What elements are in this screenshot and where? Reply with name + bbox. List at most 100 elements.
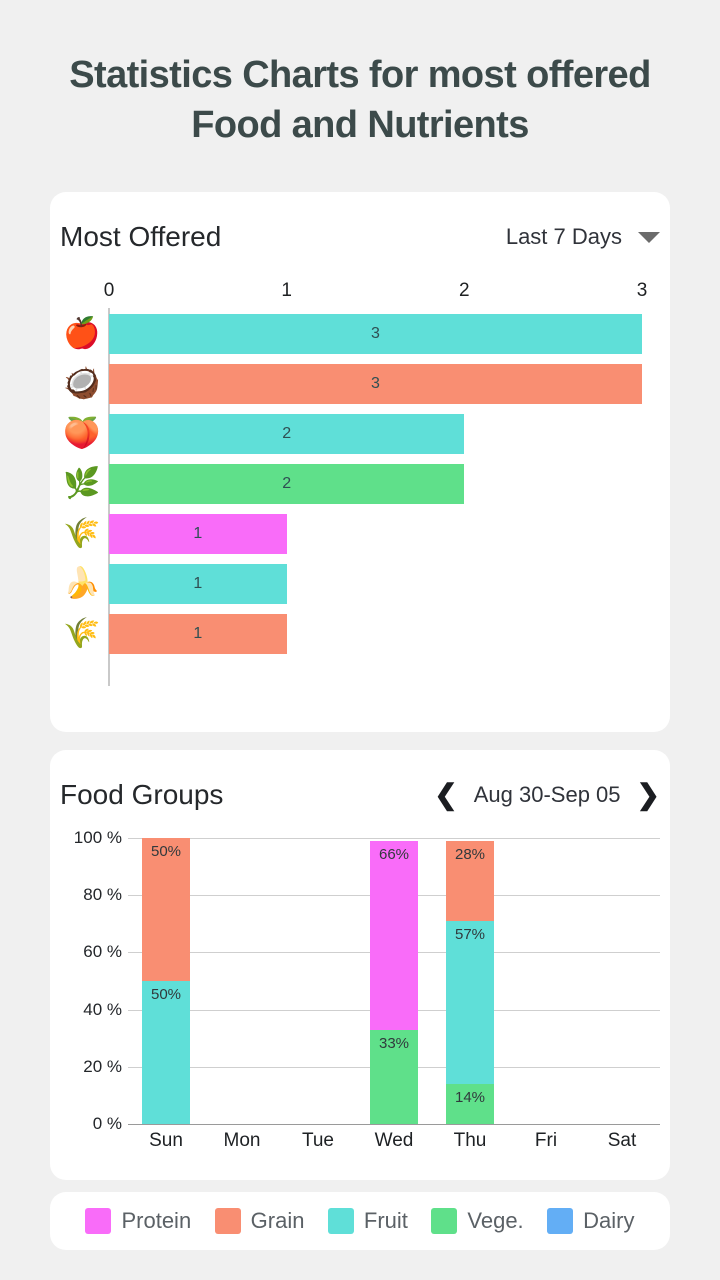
legend-label: Grain <box>250 1208 305 1233</box>
y-axis-tick-40: 40 % <box>83 999 122 1019</box>
week-selector: ❮ Aug 30-Sep 05 ❯ <box>434 781 660 809</box>
bar-value-label: 3 <box>371 375 380 392</box>
most-offered-title: Most Offered <box>60 221 222 252</box>
chart-legend: Protein Grain Fruit Vege. Dairy <box>50 1192 670 1250</box>
stack: 50% 50% <box>142 838 190 1124</box>
food-groups-card: Food Groups ❮ Aug 30-Sep 05 ❯ 0 % 20 % 40 … <box>50 750 670 1180</box>
segment-vege[interactable]: 33% <box>370 1029 418 1124</box>
page-title: Statistics Charts for most offered Food … <box>69 54 651 147</box>
y-axis-tick-labels: 0 % 20 % 40 % 60 % 80 % 100 % <box>50 828 122 1133</box>
segment-vege[interactable]: 14% <box>446 1083 494 1124</box>
legend-label: Vege. <box>467 1208 524 1233</box>
seaweed-icon: 🌾 <box>63 517 101 550</box>
most-offered-card: Most Offered Last 7 Days 0123 🍎 3 🥥 3 🍑 2 🌿 2 🌾 1… <box>50 192 670 732</box>
range-selector[interactable]: Last 7 Days <box>506 224 660 250</box>
bar-rows: 🍎 3 🥥 3 🍑 2 🌿 2 🌾 1 🍌 1 🌾 1 <box>50 314 670 664</box>
column-thu[interactable]: 14% 57% 28% <box>432 838 508 1124</box>
y-axis-tick-100: 100 % <box>73 828 122 847</box>
x-axis-tick-2: 2 <box>459 280 470 301</box>
column-sun[interactable]: 50% 50% <box>128 838 204 1124</box>
most-offered-bar-chart: 0123 🍎 3 🥥 3 🍑 2 🌿 2 🌾 1 🍌 1 🌾 1 <box>50 280 670 710</box>
segment-protein[interactable]: 66% <box>370 840 418 1030</box>
column-fri[interactable] <box>508 838 584 1124</box>
bar-row[interactable]: 🍌 1 <box>50 564 670 604</box>
green-onion-icon: 🌿 <box>63 467 101 500</box>
legend-swatch <box>547 1208 574 1234</box>
bar-green-onion[interactable]: 2 <box>109 464 465 504</box>
food-groups-stacked-chart: 0 % 20 % 40 % 60 % 80 % 100 % 50% 50% 33% 66% 14%… <box>50 828 670 1168</box>
bar-peach[interactable]: 2 <box>109 414 465 454</box>
legend-item-fruit[interactable]: Fruit <box>327 1208 408 1234</box>
segment-fruit[interactable]: 50% <box>142 981 190 1124</box>
legend-label: Protein <box>121 1208 192 1233</box>
legend-item-grain[interactable]: Grain <box>214 1208 305 1234</box>
legend-item-protein[interactable]: Protein <box>85 1208 191 1234</box>
food-groups-header: Food Groups ❮ Aug 30-Sep 05 ❯ <box>50 750 670 840</box>
bar-wheat[interactable]: 1 <box>109 614 287 654</box>
legend-swatch <box>85 1208 112 1234</box>
bar-apple[interactable]: 3 <box>109 314 642 354</box>
x-axis-tick-3: 3 <box>636 280 648 301</box>
bar-value-label: 3 <box>371 325 380 342</box>
column-tue[interactable] <box>280 838 356 1124</box>
legend-swatch <box>327 1208 354 1234</box>
segment-grain[interactable]: 28% <box>446 840 494 921</box>
segment-value-label: 14% <box>454 1088 486 1106</box>
stack: 33% 66% <box>370 840 418 1124</box>
gridline <box>128 1124 660 1125</box>
legend-item-vege[interactable]: Vege. <box>431 1208 524 1234</box>
segment-value-label: 50% <box>150 986 182 1003</box>
range-selector-label: Last 7 Days <box>505 224 622 249</box>
segment-value-label: 57% <box>454 925 486 943</box>
legend-label: Dairy <box>583 1208 635 1233</box>
bar-coconut[interactable]: 3 <box>109 364 642 404</box>
column-mon[interactable] <box>204 838 280 1124</box>
app-root: Statistics Charts for most offered Food … <box>0 0 720 1280</box>
peach-icon: 🍑 <box>63 417 101 450</box>
segment-value-label: 28% <box>454 845 486 863</box>
plot-area: 50% 50% 33% 66% 14% 57% 28% <box>128 838 660 1128</box>
chevron-left-icon[interactable]: ❮ <box>434 781 457 809</box>
segment-grain[interactable]: 50% <box>142 838 190 981</box>
coconut-icon: 🥥 <box>63 367 101 400</box>
segment-value-label: 66% <box>378 845 410 863</box>
chevron-down-icon[interactable] <box>638 231 660 243</box>
y-axis-tick-80: 80 % <box>83 885 122 905</box>
bar-row[interactable]: 🌿 2 <box>50 464 670 504</box>
wheat-icon: 🌾 <box>63 617 101 650</box>
bar-row[interactable]: 🌾 1 <box>50 614 670 654</box>
bar-seaweed[interactable]: 1 <box>109 514 287 554</box>
stack: 14% 57% 28% <box>446 840 494 1124</box>
x-axis-tick-fri: Fri <box>534 1130 558 1151</box>
bar-row[interactable]: 🌾 1 <box>50 514 670 554</box>
bar-row[interactable]: 🥥 3 <box>50 364 670 404</box>
x-axis-tick-1: 1 <box>281 280 292 301</box>
segment-fruit[interactable]: 57% <box>446 920 494 1084</box>
x-axis-tick-sat: Sat <box>607 1130 637 1151</box>
bar-value-label: 1 <box>193 525 203 542</box>
x-axis-tick-wed: Wed <box>374 1130 414 1151</box>
bar-value-label: 1 <box>193 625 203 642</box>
x-axis-tick-mon: Mon <box>223 1130 261 1151</box>
bar-row[interactable]: 🍎 3 <box>50 314 670 354</box>
segment-value-label: 50% <box>150 843 182 860</box>
stacked-columns: 50% 50% 33% 66% 14% 57% 28% <box>128 838 660 1124</box>
column-sat[interactable] <box>584 838 660 1124</box>
food-groups-title: Food Groups <box>60 779 224 810</box>
column-wed[interactable]: 33% 66% <box>356 838 432 1124</box>
x-axis-tick-0: 0 <box>103 280 115 301</box>
bar-row[interactable]: 🍑 2 <box>50 414 670 454</box>
segment-value-label: 33% <box>378 1034 410 1052</box>
x-axis-tick-sun: Sun <box>149 1130 183 1151</box>
bar-banana[interactable]: 1 <box>109 564 287 604</box>
x-axis-tick-thu: Thu <box>453 1130 487 1151</box>
chevron-right-icon[interactable]: ❯ <box>637 781 660 809</box>
y-axis-tick-0: 0 % <box>92 1114 122 1133</box>
most-offered-header: Most Offered Last 7 Days <box>50 192 670 282</box>
legend-swatch <box>431 1208 458 1234</box>
legend-swatch <box>214 1208 241 1234</box>
bar-value-label: 1 <box>193 575 203 592</box>
y-axis-tick-20: 20 % <box>83 1056 122 1076</box>
legend-item-dairy[interactable]: Dairy <box>547 1208 634 1234</box>
bar-value-label: 2 <box>282 475 292 492</box>
